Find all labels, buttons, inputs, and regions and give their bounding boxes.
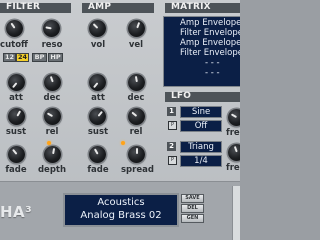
lfo-2-freq-label: fre <box>226 163 240 173</box>
amp-rel-label: rel <box>129 127 143 137</box>
filter-header: FILTER <box>0 2 71 13</box>
delete-button[interactable]: DEL <box>181 204 204 213</box>
filter-att-knob[interactable] <box>8 74 25 91</box>
lfo-1-shape-select[interactable]: Sine <box>180 106 222 118</box>
filter-sust-label: sust <box>5 127 27 137</box>
lfo-1-sync-toggle[interactable]: P <box>168 121 177 130</box>
filter-depth-label: depth <box>37 165 67 175</box>
matrix-row-4[interactable]: Filter Envelope <box>180 48 240 58</box>
amp-spread-knob[interactable] <box>128 146 145 163</box>
filter-mode-bp[interactable]: BP <box>32 53 47 62</box>
lfo-2-sync-select[interactable]: 1/4 <box>180 155 222 167</box>
filter-sust-knob[interactable] <box>8 108 25 125</box>
amp-att-label: att <box>91 93 105 103</box>
matrix-display: Amp Envelope Filter Envelope Amp Envelop… <box>163 16 240 87</box>
matrix-title: MATRIX <box>171 2 211 12</box>
product-logo: HA³ <box>0 203 33 221</box>
preset-display[interactable]: Acoustics Analog Brass 02 <box>63 193 179 227</box>
amp-header: AMP <box>82 2 154 13</box>
filter-cutoff-label: cutoff <box>0 40 28 50</box>
filter-dec-knob[interactable] <box>44 74 61 91</box>
filter-mode-12[interactable]: 12 <box>3 53 16 62</box>
matrix-row-2[interactable]: Filter Envelope <box>180 28 240 38</box>
lfo-2-freq-knob[interactable] <box>228 144 240 161</box>
amp-fade-label: fade <box>87 165 109 175</box>
matrix-row-3[interactable]: Amp Envelope <box>180 38 240 48</box>
amp-rel-knob[interactable] <box>128 108 145 125</box>
lfo-1-sync-select[interactable]: Off <box>180 120 222 132</box>
filter-dec-label: dec <box>43 93 61 103</box>
matrix-row-1[interactable]: Amp Envelope <box>180 18 240 28</box>
lfo-1-number: 1 <box>167 107 176 116</box>
filter-mode-hp[interactable]: HP <box>48 53 63 62</box>
lfo-2-shape-select[interactable]: Triang <box>180 141 222 153</box>
amp-sust-label: sust <box>87 127 109 137</box>
filter-title: FILTER <box>6 2 41 12</box>
side-panel-edge <box>232 186 240 240</box>
preset-category[interactable]: Acoustics <box>65 197 177 208</box>
lfo-header: LFO <box>165 91 240 102</box>
filter-rel-knob[interactable] <box>44 108 61 125</box>
matrix-row-6[interactable]: - - - <box>205 68 220 78</box>
preset-name[interactable]: Analog Brass 02 <box>65 210 177 221</box>
filter-depth-led <box>47 141 51 145</box>
filter-depth-knob[interactable] <box>44 146 61 163</box>
amp-sust-knob[interactable] <box>89 108 106 125</box>
matrix-row-5[interactable]: - - - <box>205 58 220 68</box>
generate-button[interactable]: GEN <box>181 214 204 223</box>
filter-reso-label: reso <box>41 40 63 50</box>
matrix-header: MATRIX <box>165 2 240 13</box>
amp-title: AMP <box>88 2 112 12</box>
amp-att-knob[interactable] <box>89 74 106 91</box>
amp-fade-knob[interactable] <box>89 146 106 163</box>
amp-vel-label: vel <box>128 40 144 50</box>
amp-spread-led <box>121 141 125 145</box>
amp-spread-label: spread <box>121 165 154 175</box>
filter-mode-24[interactable]: 24 <box>16 53 29 62</box>
lfo-1-freq-knob[interactable] <box>228 109 240 126</box>
amp-dec-knob[interactable] <box>128 74 145 91</box>
synth-panel: FILTER cutoff reso 12 24 BP HP att dec s… <box>0 0 240 240</box>
amp-vel-knob[interactable] <box>128 20 145 37</box>
filter-cutoff-knob[interactable] <box>6 20 23 37</box>
save-button[interactable]: SAVE <box>181 194 204 203</box>
lfo-2-number: 2 <box>167 142 176 151</box>
amp-vol-label: vol <box>90 40 106 50</box>
filter-fade-label: fade <box>5 165 27 175</box>
filter-rel-label: rel <box>45 127 59 137</box>
amp-vol-knob[interactable] <box>89 20 106 37</box>
lfo-title: LFO <box>171 91 192 101</box>
amp-dec-label: dec <box>127 93 145 103</box>
filter-att-label: att <box>9 93 23 103</box>
filter-fade-knob[interactable] <box>8 146 25 163</box>
filter-reso-knob[interactable] <box>43 20 60 37</box>
lfo-1-freq-label: fre <box>226 128 240 138</box>
lfo-2-sync-toggle[interactable]: P <box>168 156 177 165</box>
